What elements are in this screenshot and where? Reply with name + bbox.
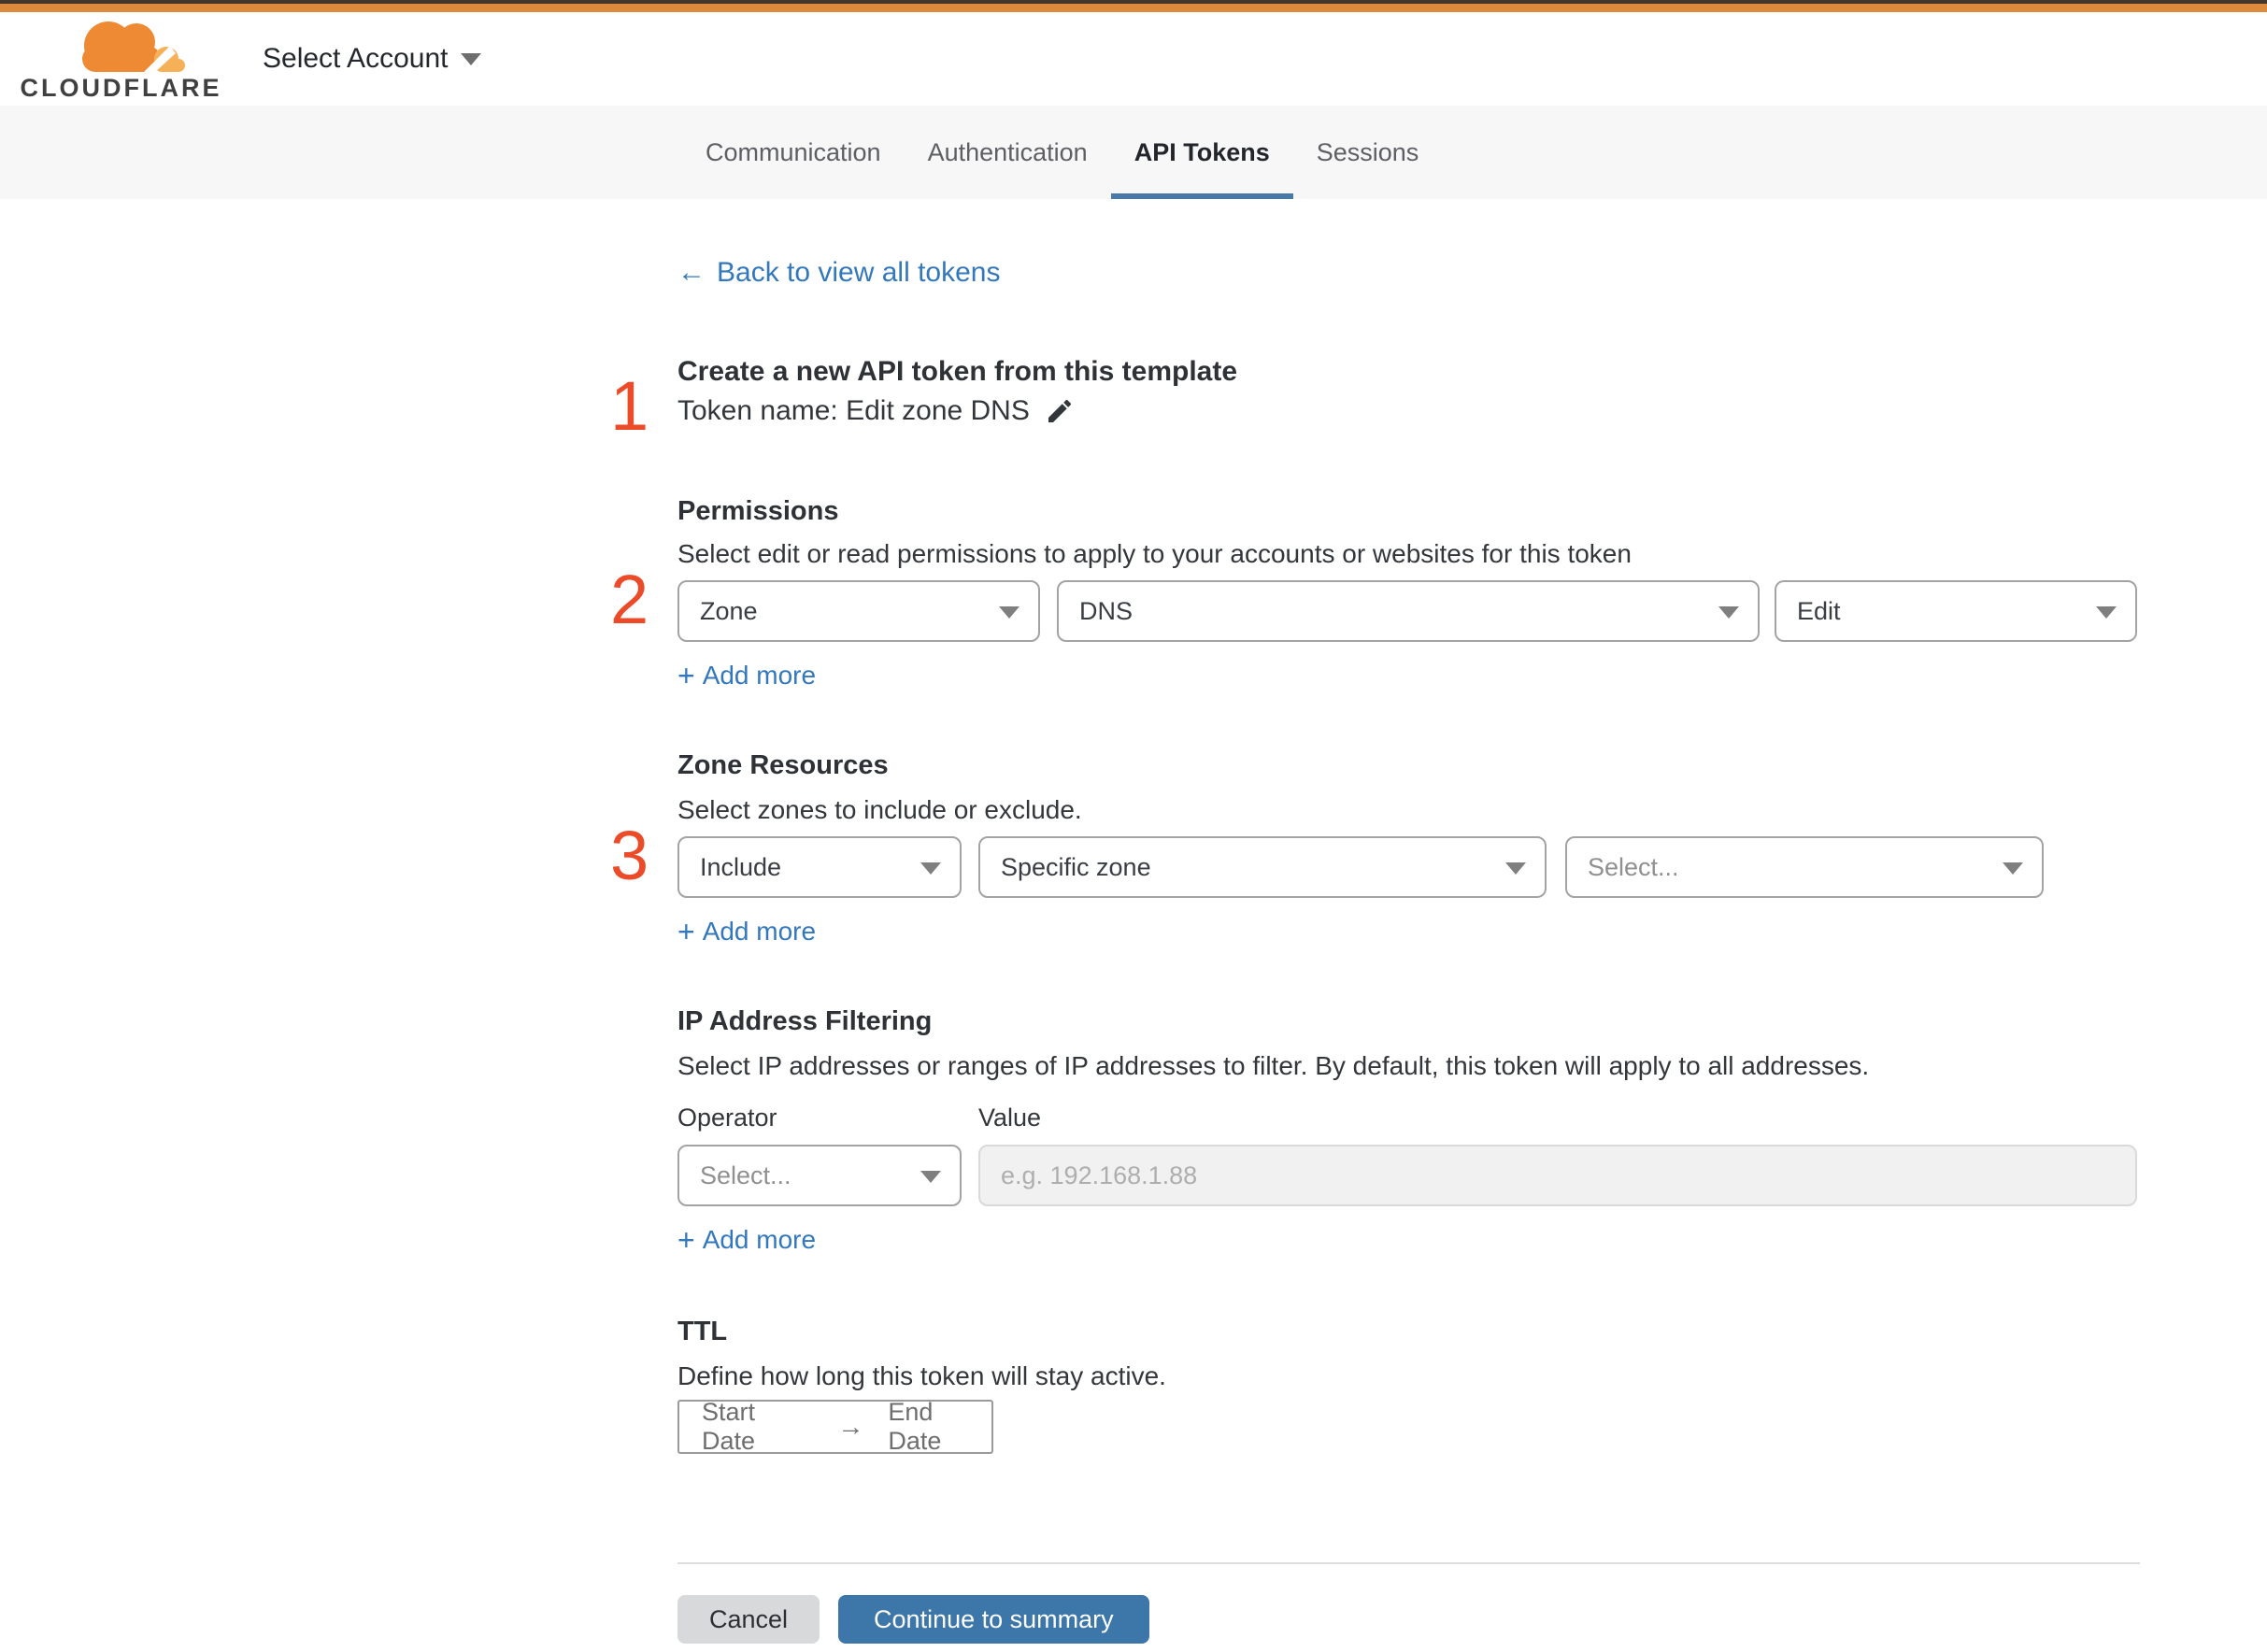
end-date-field[interactable]: End Date bbox=[888, 1398, 991, 1456]
tab-bar: Communication Authentication API Tokens … bbox=[0, 106, 2267, 199]
ttl-description: Define how long this token will stay act… bbox=[677, 1361, 1166, 1390]
create-token-heading: Create a new API token from this templat… bbox=[677, 356, 1238, 387]
step-number-1: 1 bbox=[610, 367, 649, 445]
cloudflare-cloud-icon bbox=[81, 21, 185, 72]
edit-token-name-button[interactable] bbox=[1045, 396, 1075, 426]
token-name-text: Token name: Edit zone DNS bbox=[677, 395, 1030, 426]
back-arrow-icon: ← bbox=[677, 257, 706, 288]
cancel-button[interactable]: Cancel bbox=[677, 1595, 820, 1644]
plus-icon: + bbox=[677, 1223, 695, 1257]
zone-resources-description: Select zones to include or exclude. bbox=[677, 795, 1082, 824]
header: CLOUDFLARE Select Account bbox=[0, 12, 2267, 106]
main-content: ← Back to view all tokens 1 Create a new… bbox=[610, 199, 2140, 1652]
arrow-right-icon: → bbox=[837, 1412, 864, 1441]
zone-include-select[interactable]: Include bbox=[677, 836, 962, 898]
zone-resources-row: Include Specific zone Select... bbox=[677, 836, 2140, 898]
account-selector-label: Select Account bbox=[263, 43, 449, 74]
tab-communication[interactable]: Communication bbox=[682, 106, 905, 199]
brand-top-bar bbox=[0, 0, 2267, 12]
step-number-2: 2 bbox=[610, 561, 649, 638]
zone-name-select[interactable]: Select... bbox=[1565, 836, 2044, 898]
ip-value-input[interactable] bbox=[978, 1145, 2137, 1206]
start-date-field[interactable]: Start Date bbox=[702, 1398, 813, 1456]
permission-group-select[interactable]: DNS bbox=[1057, 580, 1760, 642]
ip-operator-select[interactable]: Select... bbox=[677, 1145, 962, 1206]
zone-resources-heading: Zone Resources bbox=[677, 750, 889, 780]
chevron-down-icon bbox=[2096, 606, 2117, 619]
pencil-icon bbox=[1048, 399, 1071, 422]
cloudflare-wordmark: CLOUDFLARE bbox=[20, 74, 222, 102]
cloudflare-logo[interactable]: CLOUDFLARE bbox=[21, 18, 220, 103]
zone-resources-add-more-link[interactable]: + Add more bbox=[677, 917, 816, 947]
plus-icon: + bbox=[677, 659, 695, 692]
step-number-3: 3 bbox=[610, 817, 649, 894]
footer-divider bbox=[677, 1562, 2140, 1564]
chevron-down-icon bbox=[1718, 606, 1739, 619]
token-name-line: Token name: Edit zone DNS bbox=[677, 395, 1075, 427]
permission-level-select[interactable]: Edit bbox=[1775, 580, 2137, 642]
footer-actions: Cancel Continue to summary bbox=[677, 1595, 1149, 1644]
ip-filtering-heading: IP Address Filtering bbox=[677, 1006, 933, 1036]
ip-filtering-description: Select IP addresses or ranges of IP addr… bbox=[677, 1051, 1870, 1080]
page: CLOUDFLARE Select Account Communication … bbox=[0, 0, 2267, 1652]
back-link-label: Back to view all tokens bbox=[717, 257, 1001, 288]
chevron-down-icon bbox=[920, 1171, 941, 1183]
ip-filtering-row: Select... bbox=[677, 1145, 2140, 1206]
ip-filtering-add-more-link[interactable]: + Add more bbox=[677, 1225, 816, 1255]
permission-scope-select[interactable]: Zone bbox=[677, 580, 1040, 642]
tab-authentication[interactable]: Authentication bbox=[905, 106, 1111, 199]
zone-type-select[interactable]: Specific zone bbox=[978, 836, 1547, 898]
back-to-tokens-link[interactable]: ← Back to view all tokens bbox=[677, 257, 1000, 289]
operator-label: Operator bbox=[677, 1104, 777, 1132]
ttl-heading: TTL bbox=[677, 1317, 728, 1346]
chevron-down-icon bbox=[920, 862, 941, 875]
value-label: Value bbox=[978, 1104, 1042, 1132]
permissions-description: Select edit or read permissions to apply… bbox=[677, 539, 1632, 568]
chevron-down-icon bbox=[1505, 862, 1526, 875]
plus-icon: + bbox=[677, 915, 695, 948]
chevron-down-icon bbox=[461, 52, 482, 65]
tab-sessions[interactable]: Sessions bbox=[1293, 106, 1443, 199]
chevron-down-icon bbox=[2003, 862, 2023, 875]
permissions-heading: Permissions bbox=[677, 496, 839, 526]
tab-api-tokens[interactable]: API Tokens bbox=[1110, 106, 1293, 199]
permissions-row: Zone DNS Edit bbox=[677, 580, 2140, 642]
account-selector[interactable]: Select Account bbox=[263, 12, 482, 106]
permissions-add-more-link[interactable]: + Add more bbox=[677, 661, 816, 691]
continue-to-summary-button[interactable]: Continue to summary bbox=[838, 1595, 1149, 1644]
chevron-down-icon bbox=[999, 606, 1019, 619]
ttl-date-range-picker[interactable]: Start Date → End Date bbox=[677, 1398, 993, 1456]
